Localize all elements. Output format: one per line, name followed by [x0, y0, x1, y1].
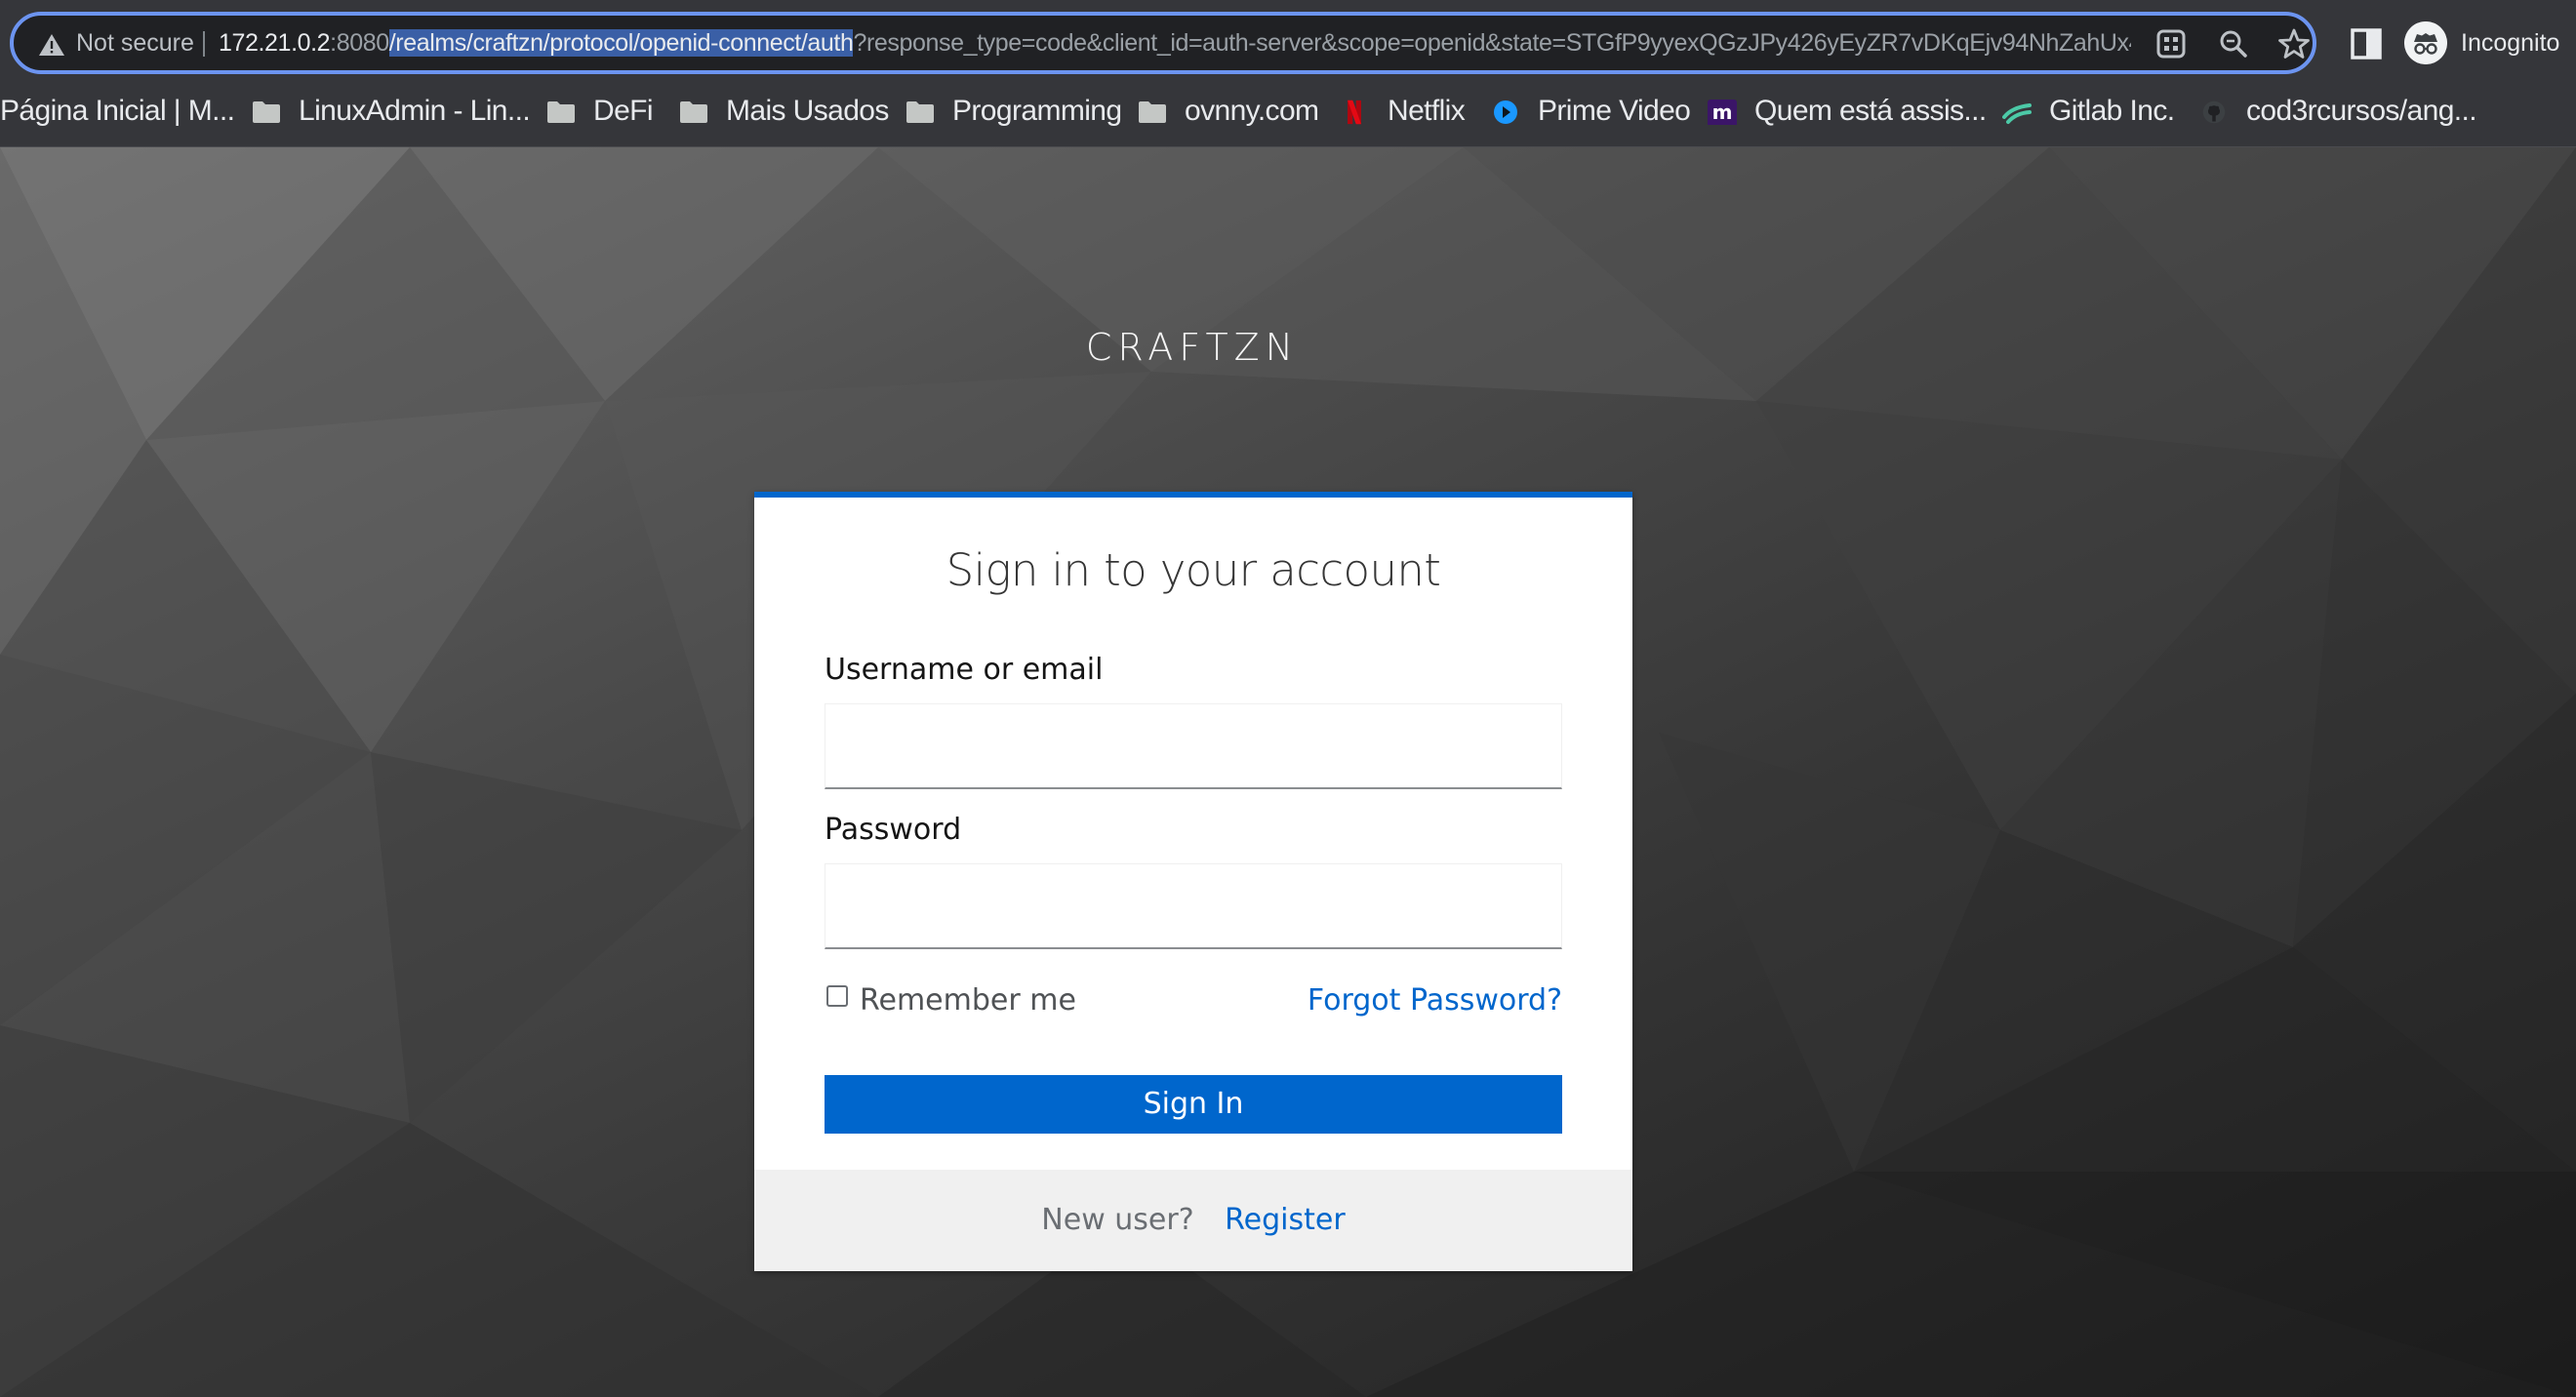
- login-page: CRAFTZN Sign in to your account Username…: [0, 147, 2576, 1397]
- bookmark-label: Página Inicial | M...: [0, 95, 235, 127]
- bookmark-star-icon[interactable]: [2275, 25, 2313, 62]
- page-title: Sign in to your account: [946, 544, 1441, 596]
- realm-name: CRAFTZN: [1085, 326, 1300, 369]
- security-status-label[interactable]: Not secure: [76, 16, 194, 70]
- bookmark-label: DeFi: [593, 95, 654, 127]
- install-app-icon[interactable]: [2153, 25, 2190, 62]
- new-user-text: New user?: [1041, 1203, 1194, 1237]
- bookmark-label: Quem está assis...: [1754, 95, 1987, 127]
- github-icon: [2202, 100, 2226, 124]
- username-input[interactable]: [825, 703, 1562, 789]
- url-port: :8080: [330, 29, 389, 57]
- bookmarks-bar: Página Inicial | M... LinuxAdmin - Lin..…: [0, 88, 2576, 147]
- bookmark-label: cod3rcursos/ang...: [2246, 95, 2477, 127]
- omnibox-separator: [203, 31, 205, 57]
- bookmark-label: Mais Usados: [726, 95, 889, 127]
- side-panel-icon[interactable]: [2350, 27, 2383, 60]
- login-card: Sign in to your account Username or emai…: [754, 492, 1632, 1271]
- username-label: Username or email: [825, 653, 1104, 687]
- registration-footer: New user? Register: [754, 1170, 1632, 1271]
- forgot-password-link[interactable]: Forgot Password?: [1308, 983, 1562, 1018]
- gitlab-icon: [2002, 103, 2032, 124]
- address-bar[interactable]: Not secure 172.21.0.2:8080/realms/craftz…: [10, 12, 2316, 74]
- folder-icon: [680, 101, 707, 123]
- browser-toolbar: Not secure 172.21.0.2:8080/realms/craftz…: [0, 0, 2576, 88]
- folder-icon: [253, 101, 280, 123]
- register-link[interactable]: Register: [1225, 1203, 1346, 1237]
- bookmark-label: Gitlab Inc.: [2049, 95, 2175, 127]
- bookmark-label: LinuxAdmin - Lin...: [299, 95, 531, 127]
- folder-icon: [906, 101, 934, 123]
- incognito-icon: [2404, 21, 2447, 64]
- folder-icon: [547, 101, 575, 123]
- m-icon: m: [1708, 100, 1737, 125]
- password-label: Password: [825, 813, 962, 847]
- bookmark-label: ovnny.com: [1185, 95, 1319, 127]
- remember-me-label[interactable]: Remember me: [860, 983, 1076, 1018]
- password-input[interactable]: [825, 863, 1562, 949]
- incognito-label: Incognito: [2461, 29, 2560, 57]
- bookmark-label: Prime Video: [1538, 95, 1691, 127]
- svg-text:m: m: [1712, 100, 1733, 124]
- sign-in-button[interactable]: Sign In: [825, 1075, 1562, 1134]
- url-text[interactable]: 172.21.0.2:8080/realms/craftzn/protocol/…: [219, 16, 2131, 70]
- url-host: 172.21.0.2: [219, 29, 331, 57]
- folder-icon: [1139, 101, 1166, 123]
- url-path-selected: /realms/craftzn/protocol/openid-connect/…: [388, 29, 854, 57]
- warning-icon[interactable]: [37, 31, 66, 59]
- prime-video-icon: [1494, 100, 1517, 124]
- netflix-icon: [1348, 100, 1361, 125]
- zoom-icon[interactable]: [2215, 25, 2252, 62]
- remember-me-checkbox[interactable]: [826, 985, 848, 1007]
- bookmark-label: Programming: [952, 95, 1122, 127]
- url-query: ?response_type=code&client_id=auth-serve…: [853, 29, 2131, 57]
- bookmark-label: Netflix: [1388, 95, 1466, 127]
- browser-window: Not secure 172.21.0.2:8080/realms/craftz…: [0, 0, 2576, 1397]
